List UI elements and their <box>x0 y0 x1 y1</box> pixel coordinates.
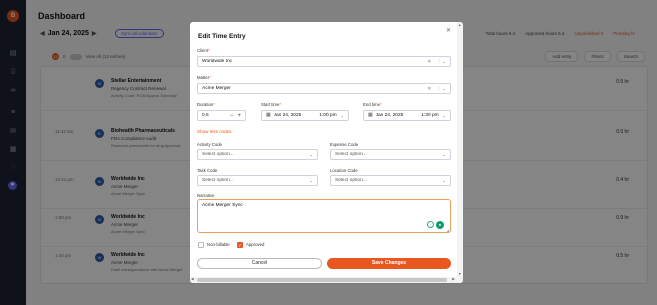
chevron-down-icon: ⌄ <box>442 86 446 91</box>
horizontal-scrollbar[interactable]: ◀ ▶ <box>190 277 463 283</box>
location-code-label: Location Code <box>330 168 358 173</box>
vertical-scrollbar[interactable]: ▲ ▼ <box>457 22 463 277</box>
expense-code-select[interactable]: Select option... ⌄ <box>330 149 451 160</box>
chevron-down-icon: ⌄ <box>309 178 313 183</box>
approved-label: Approved <box>246 242 265 247</box>
calendar-icon: ▦ <box>266 113 271 118</box>
activity-code-label: Activity Code <box>197 142 223 147</box>
client-select[interactable]: Worldwide Inc ✕ | ⌄ <box>197 56 451 67</box>
scrollbar-thumb[interactable] <box>197 278 447 282</box>
scroll-left-icon[interactable]: ◀ <box>191 277 194 281</box>
end-time-label: End time* <box>363 102 382 107</box>
duration-label: Duration* <box>197 102 215 107</box>
plus-icon[interactable]: + <box>237 113 241 119</box>
start-time-picker[interactable]: ▦ Jan 24, 2025 1:00 pm ⌄ <box>261 110 349 121</box>
non-billable-checkbox[interactable] <box>198 242 204 248</box>
clear-icon[interactable]: ✕ <box>427 86 431 92</box>
approved-checkbox[interactable]: ✓ <box>237 242 243 248</box>
chevron-down-icon: ⌄ <box>442 178 446 183</box>
narrative-label: Narrative <box>197 193 215 198</box>
expense-code-label: Expense Code <box>330 142 359 147</box>
location-code-select[interactable]: Select option... ⌄ <box>330 175 451 186</box>
matter-select[interactable]: Acme Merger ✕ | ⌄ <box>197 83 451 94</box>
chevron-down-icon: ⌄ <box>442 59 446 64</box>
save-changes-button[interactable]: Save Changes <box>327 258 451 269</box>
resize-handle-icon[interactable]: ◢ <box>446 228 449 233</box>
narrative-textarea[interactable]: Acme Merger Sync <box>197 199 451 233</box>
chevron-down-icon: ⌄ <box>309 152 313 157</box>
close-icon[interactable]: ✕ <box>446 27 451 34</box>
activity-code-select[interactable]: Select option... ⌄ <box>197 149 318 160</box>
chevron-down-icon: ⌄ <box>340 113 344 118</box>
narrative-tools: ◦ ● <box>427 221 444 229</box>
scroll-down-icon[interactable]: ▼ <box>458 272 461 276</box>
dialog-title: Edit Time Entry <box>198 33 246 40</box>
task-code-label: Task Code <box>197 168 218 173</box>
start-time-label: Start time* <box>261 102 282 107</box>
calendar-icon: ▦ <box>368 113 373 118</box>
show-less-codes-link[interactable]: Show less codes <box>197 129 231 134</box>
scroll-up-icon[interactable]: ▲ <box>458 23 461 27</box>
cancel-button[interactable]: Cancel <box>197 258 322 269</box>
client-label: Client* <box>197 48 210 53</box>
task-code-select[interactable]: Select option... ⌄ <box>197 175 318 186</box>
duration-stepper[interactable]: 0.5 − + <box>197 110 246 121</box>
matter-label: Matter* <box>197 75 211 80</box>
clear-icon[interactable]: ✕ <box>427 59 431 65</box>
chevron-down-icon: ⌄ <box>442 152 446 157</box>
minus-icon[interactable]: − <box>230 113 234 119</box>
non-billable-label: Non-billable <box>207 242 230 247</box>
end-time-picker[interactable]: ▦ Jan 24, 2025 1:30 pm ⌄ <box>363 110 451 121</box>
edit-time-entry-dialog: Edit Time Entry ✕ Client* Worldwide Inc … <box>190 22 463 283</box>
scroll-right-icon[interactable]: ▶ <box>452 277 455 281</box>
lightbulb-icon[interactable]: ◦ <box>427 221 434 228</box>
assistant-icon[interactable]: ● <box>436 221 444 229</box>
chevron-down-icon: ⌄ <box>442 113 446 118</box>
